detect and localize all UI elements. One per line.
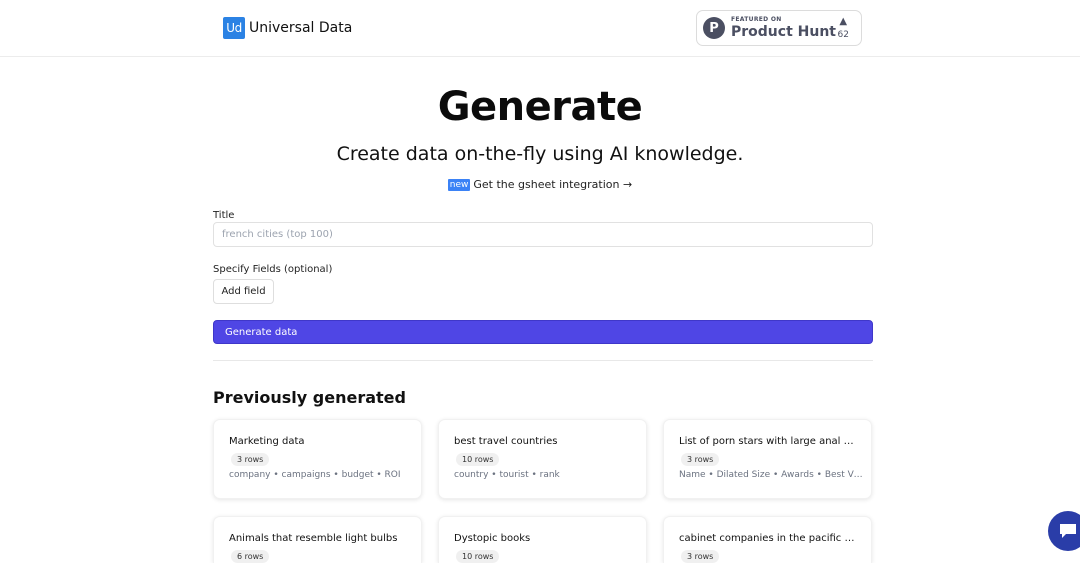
product-hunt-featured: FEATURED ON bbox=[731, 16, 782, 23]
vote-count: 62 bbox=[837, 30, 849, 40]
gsheet-link-text: Get the gsheet integration → bbox=[473, 178, 633, 191]
card-title: List of porn stars with large anal openi… bbox=[679, 436, 859, 447]
row-count-badge: 10 rows bbox=[456, 550, 500, 563]
card-fields: country • tourist • rank bbox=[454, 470, 560, 480]
brand-logo: Ud bbox=[223, 17, 245, 39]
generate-data-button[interactable]: Generate data bbox=[213, 320, 873, 344]
card-fields: Name • Dilated Size • Awards • Best Vide… bbox=[679, 470, 864, 480]
row-count-badge: 6 rows bbox=[231, 550, 270, 563]
chat-bubble-icon bbox=[1060, 524, 1076, 538]
chat-button[interactable] bbox=[1048, 511, 1080, 551]
page-title: Generate bbox=[437, 84, 643, 130]
product-hunt-text: FEATURED ON Product Hunt bbox=[731, 16, 836, 40]
dataset-card[interactable]: Dystopic books 10 rows bbox=[438, 516, 647, 563]
page-subtitle: Create data on-the-fly using AI knowledg… bbox=[336, 143, 744, 165]
card-fields: company • campaigns • budget • ROI bbox=[229, 470, 401, 480]
row-count-badge: 10 rows bbox=[456, 453, 500, 466]
card-title: cabinet companies in the pacific northwe… bbox=[679, 533, 859, 544]
title-label: Title bbox=[213, 210, 235, 221]
product-hunt-name: Product Hunt bbox=[731, 24, 836, 40]
divider bbox=[213, 360, 873, 361]
title-input[interactable] bbox=[213, 222, 873, 247]
card-title: Marketing data bbox=[229, 436, 305, 447]
top-nav: Ud Universal Data P FEATURED ON Product … bbox=[0, 0, 1080, 57]
gsheet-integration-link[interactable]: new Get the gsheet integration → bbox=[0, 178, 1080, 191]
row-count-badge: 3 rows bbox=[681, 453, 720, 466]
dataset-card[interactable]: best travel countries 10 rows country • … bbox=[438, 419, 647, 499]
dataset-card[interactable]: cabinet companies in the pacific northwe… bbox=[663, 516, 872, 563]
new-badge: new bbox=[447, 178, 471, 191]
add-field-button[interactable]: Add field bbox=[213, 279, 274, 304]
card-title: Dystopic books bbox=[454, 533, 531, 544]
dataset-card[interactable]: Marketing data 3 rows company • campaign… bbox=[213, 419, 422, 499]
row-count-badge: 3 rows bbox=[231, 453, 270, 466]
dataset-card[interactable]: List of porn stars with large anal openi… bbox=[663, 419, 872, 499]
product-hunt-badge[interactable]: P FEATURED ON Product Hunt ▲ 62 bbox=[696, 10, 862, 46]
card-title: best travel countries bbox=[454, 436, 558, 447]
brand[interactable]: Ud Universal Data bbox=[223, 17, 352, 39]
card-title: Animals that resemble light bulbs bbox=[229, 533, 398, 544]
dataset-card[interactable]: Animals that resemble light bulbs 6 rows bbox=[213, 516, 422, 563]
product-hunt-votes: ▲ 62 bbox=[838, 16, 849, 40]
product-hunt-logo-icon: P bbox=[703, 17, 725, 39]
brand-name: Universal Data bbox=[249, 20, 353, 36]
upvote-arrow-icon: ▲ bbox=[839, 16, 848, 27]
row-count-badge: 3 rows bbox=[681, 550, 720, 563]
fields-label: Specify Fields (optional) bbox=[213, 264, 333, 275]
previously-generated-heading: Previously generated bbox=[213, 388, 406, 407]
